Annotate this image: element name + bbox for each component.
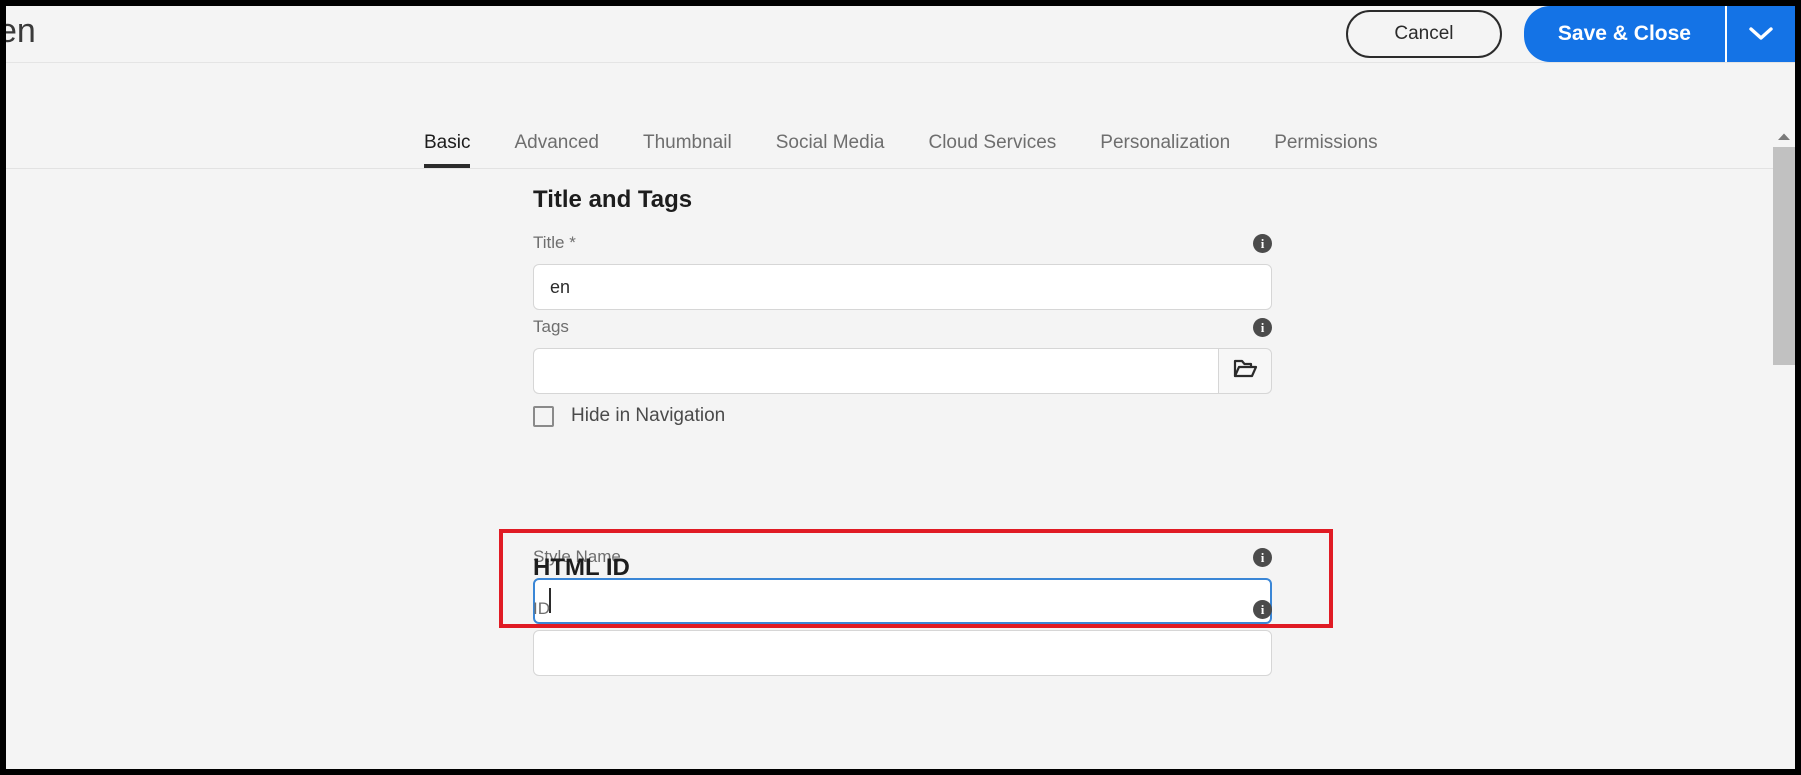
- field-label-row: Title * i: [533, 231, 1272, 255]
- save-and-close-button[interactable]: Save & Close: [1523, 6, 1725, 62]
- hide-in-navigation-label: Hide in Navigation: [571, 405, 726, 426]
- form-content: Title and Tags Title * i Tags i: [6, 169, 1795, 769]
- section-heading-title-and-tags: Title and Tags: [533, 186, 693, 213]
- title-label: Title *: [533, 233, 576, 252]
- header-actions: Cancel Save & Close: [1345, 6, 1795, 62]
- tags-label: Tags: [533, 317, 569, 336]
- field-label-row: ID i: [533, 597, 1272, 621]
- tags-input-group: [533, 348, 1272, 394]
- vertical-scrollbar[interactable]: [1773, 63, 1795, 769]
- save-options-dropdown-button[interactable]: [1725, 6, 1795, 62]
- hide-in-navigation-checkbox[interactable]: [533, 405, 554, 427]
- tab-personalization[interactable]: Personalization: [1078, 132, 1252, 168]
- section-heading-html-id: HTML ID: [533, 554, 630, 581]
- tags-input[interactable]: [533, 348, 1218, 394]
- title-input[interactable]: [533, 264, 1272, 310]
- save-button-group: Save & Close: [1523, 6, 1795, 62]
- html-id-label: ID: [533, 599, 550, 618]
- editor-window: en Cancel Save & Close Basic Advanced Th…: [0, 0, 1801, 775]
- scroll-up-button[interactable]: [1773, 129, 1795, 145]
- field-html-id: ID i: [533, 597, 1272, 676]
- chevron-down-icon: [1748, 26, 1774, 42]
- folder-open-icon: [1233, 358, 1258, 385]
- tab-permissions[interactable]: Permissions: [1252, 132, 1399, 168]
- scrollbar-thumb[interactable]: [1773, 147, 1795, 365]
- tab-bar: Basic Advanced Thumbnail Social Media Cl…: [6, 63, 1795, 169]
- html-id-input[interactable]: [533, 630, 1272, 676]
- field-label-row: Tags i: [533, 315, 1272, 339]
- tab-cloud-services[interactable]: Cloud Services: [906, 132, 1078, 168]
- field-label-row: Style Name i: [533, 545, 1272, 569]
- field-tags: Tags i: [533, 315, 1272, 394]
- tab-list: Basic Advanced Thumbnail Social Media Cl…: [424, 132, 1400, 168]
- field-title: Title * i: [533, 231, 1272, 310]
- tab-advanced[interactable]: Advanced: [492, 132, 621, 168]
- tab-social-media[interactable]: Social Media: [754, 132, 907, 168]
- tags-browse-button[interactable]: [1218, 348, 1272, 394]
- caret-up-icon: [1777, 128, 1791, 146]
- tab-thumbnail[interactable]: Thumbnail: [621, 132, 754, 168]
- info-icon[interactable]: i: [1253, 599, 1272, 619]
- page-header: en Cancel Save & Close: [6, 6, 1795, 63]
- hide-in-navigation-checkbox-row[interactable]: Hide in Navigation: [533, 405, 725, 427]
- info-icon[interactable]: i: [1253, 317, 1272, 337]
- cancel-button[interactable]: Cancel: [1345, 10, 1502, 58]
- info-icon[interactable]: i: [1253, 233, 1272, 253]
- page-title: en: [0, 12, 36, 50]
- tab-basic[interactable]: Basic: [424, 132, 492, 168]
- info-icon[interactable]: i: [1253, 547, 1272, 567]
